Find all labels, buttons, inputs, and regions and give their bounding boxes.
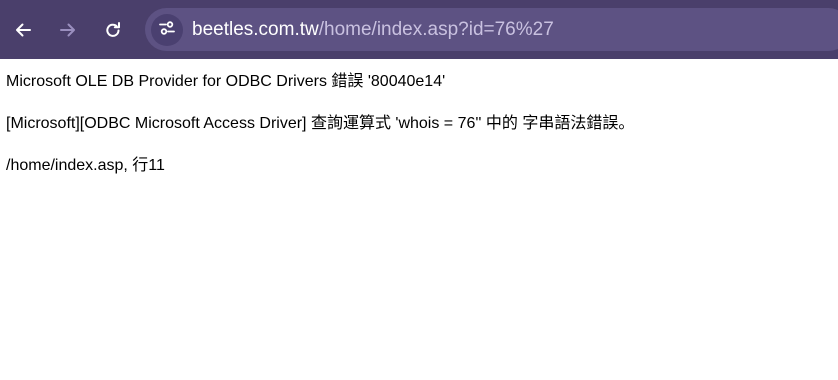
error-location: /home/index.asp, 行11: [6, 157, 165, 174]
url-path: /home/index.asp?id=76%27: [318, 19, 554, 40]
tune-icon: [158, 19, 176, 42]
forward-button[interactable]: [52, 14, 84, 46]
reload-button[interactable]: [97, 14, 129, 46]
address-bar[interactable]: beetles.com.tw/home/index.asp?id=76%27: [145, 8, 838, 51]
browser-toolbar: beetles.com.tw/home/index.asp?id=76%27: [0, 0, 838, 59]
error-header: Microsoft OLE DB Provider for ODBC Drive…: [6, 73, 446, 90]
url-host: beetles.com.tw: [192, 19, 319, 40]
reload-icon: [103, 20, 123, 40]
arrow-left-icon: [13, 20, 33, 40]
back-button[interactable]: [7, 14, 39, 46]
url-text[interactable]: beetles.com.tw/home/index.asp?id=76%27: [192, 18, 554, 41]
arrow-right-icon: [58, 20, 78, 40]
error-message: [Microsoft][ODBC Microsoft Access Driver…: [6, 115, 635, 132]
site-info-button[interactable]: [151, 14, 183, 46]
